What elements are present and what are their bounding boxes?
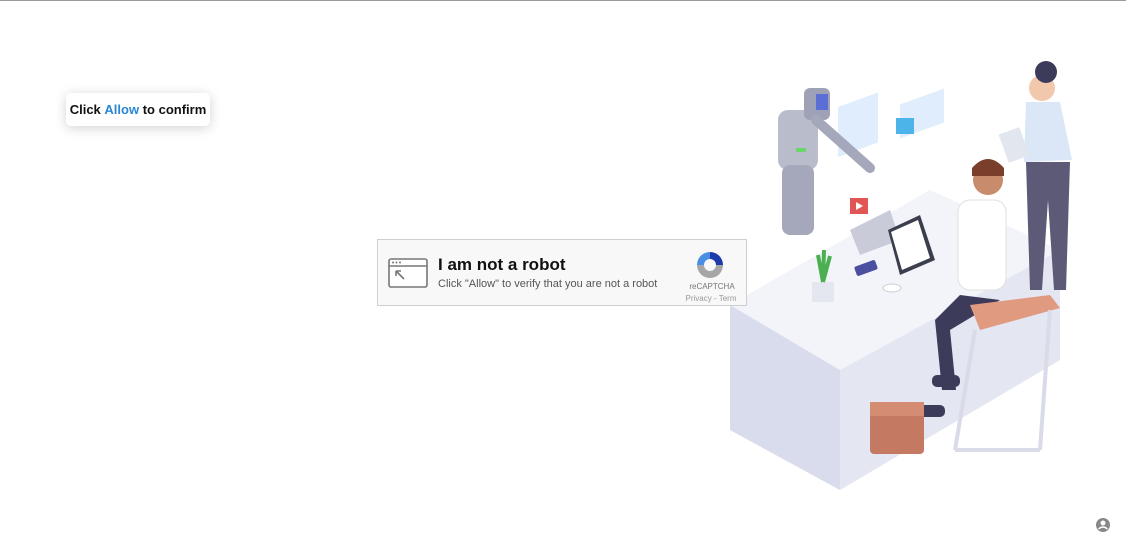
captcha-title: I am not a robot	[438, 255, 566, 274]
prompt-prefix: Click	[69, 102, 101, 117]
recaptcha-brand: reCAPTCHA	[689, 282, 735, 291]
top-divider	[0, 0, 1126, 1]
captcha-subtitle: Click "Allow" to verify that you are not…	[438, 278, 658, 290]
recaptcha-widget[interactable]: I am not a robot Click "Allow" to verify…	[377, 239, 747, 306]
prompt-suffix: to confirm	[142, 102, 207, 117]
office-robot-illustration	[730, 61, 1072, 490]
terms-link[interactable]: Term	[719, 294, 737, 303]
allow-prompt-tooltip: Click Allow to confirm	[66, 93, 210, 126]
captcha-links: Privacy - Term	[678, 294, 744, 303]
prompt-allow-word: Allow	[104, 102, 140, 117]
recaptcha-logo-icon	[697, 252, 723, 278]
browser-window-icon	[388, 258, 428, 288]
recaptcha-badge-icon[interactable]	[1095, 517, 1111, 533]
link-separator: -	[711, 294, 719, 303]
privacy-link[interactable]: Privacy	[686, 294, 712, 303]
